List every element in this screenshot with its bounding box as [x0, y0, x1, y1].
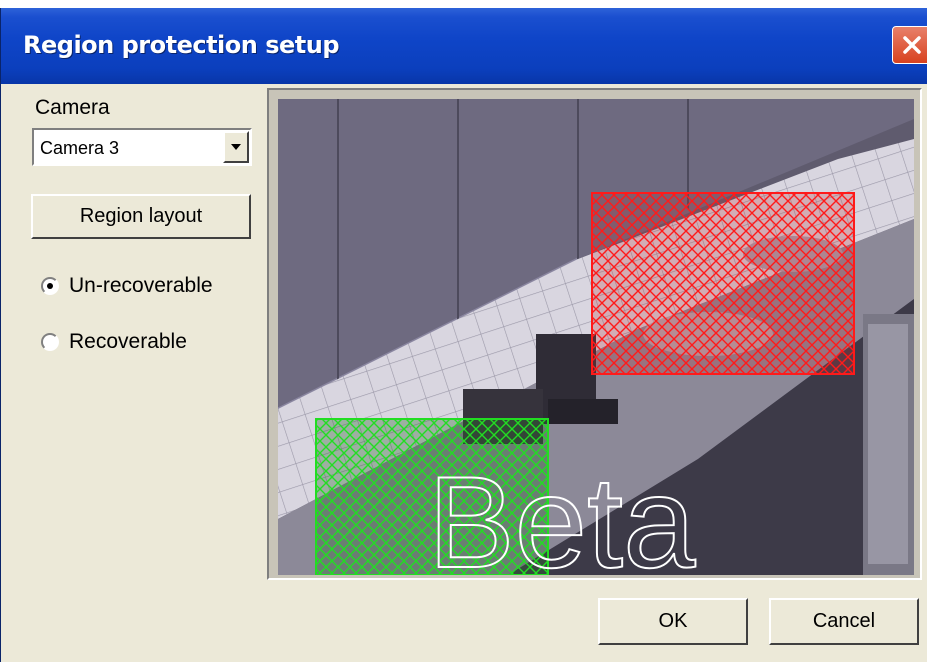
camera-label: Camera — [35, 96, 110, 119]
dialog-window: Region protection setup Camera Camera 3 … — [0, 8, 927, 662]
region-layout-button[interactable]: Region layout — [31, 194, 251, 239]
close-icon — [903, 36, 921, 54]
chevron-down-icon — [231, 144, 241, 150]
radio-label: Recoverable — [69, 330, 187, 353]
title-bar[interactable]: Region protection setup — [1, 8, 927, 84]
camera-preview[interactable]: Beta — [278, 99, 914, 575]
radio-recoverable[interactable]: Recoverable — [41, 330, 187, 354]
ok-button[interactable]: OK — [598, 598, 748, 645]
radio-indicator[interactable] — [41, 333, 59, 351]
watermark-text: Beta — [428, 449, 696, 575]
camera-select[interactable]: Camera 3 — [32, 128, 252, 166]
close-button[interactable] — [892, 26, 927, 64]
camera-select-value: Camera 3 — [40, 138, 120, 158]
radio-label: Un-recoverable — [69, 274, 213, 297]
radio-indicator-checked[interactable] — [41, 277, 59, 295]
camera-select-dropdown-button[interactable] — [223, 131, 249, 163]
cancel-button[interactable]: Cancel — [769, 598, 919, 645]
camera-preview-image: Beta — [278, 99, 914, 575]
window-title: Region protection setup — [23, 31, 340, 59]
radio-un-recoverable[interactable]: Un-recoverable — [41, 274, 213, 298]
